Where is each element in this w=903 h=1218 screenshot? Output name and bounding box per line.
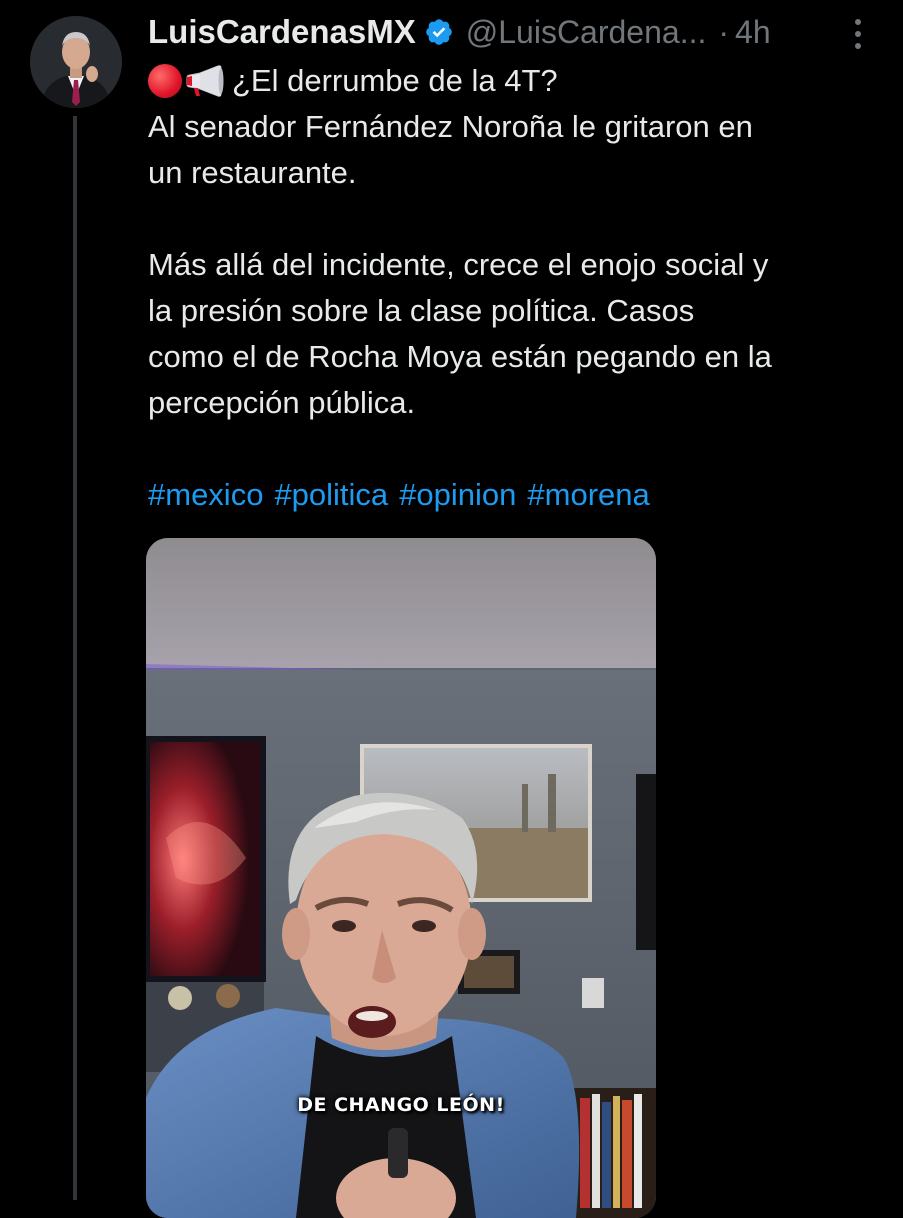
tweet-line-5: la presión sobre la clase política. Caso… bbox=[148, 293, 695, 328]
video-frame bbox=[146, 538, 656, 1218]
tweet-header: LuisCardenasMX @LuisCardena... · 4h bbox=[148, 10, 771, 54]
tweet-line-1-text: ¿El derrumbe de la 4T? bbox=[232, 63, 558, 98]
hashtag-morena[interactable]: #morena bbox=[527, 472, 649, 518]
tweet-line-7: percepción pública. bbox=[148, 385, 416, 420]
timestamp[interactable]: 4h bbox=[735, 14, 771, 51]
tweet-line-6: como el de Rocha Moya están pegando en l… bbox=[148, 339, 772, 374]
video-thumbnail[interactable]: DE CHANGO LEÓN! bbox=[146, 538, 656, 1218]
hashtag-row: #mexico #politica #opinion #morena bbox=[148, 472, 888, 518]
user-handle[interactable]: @LuisCardena... bbox=[466, 14, 707, 51]
tweet[interactable]: LuisCardenasMX @LuisCardena... · 4h ¿El … bbox=[0, 0, 903, 1218]
hashtag-opinion[interactable]: #opinion bbox=[399, 472, 516, 518]
thread-line bbox=[73, 116, 77, 1200]
more-options-icon[interactable] bbox=[844, 14, 872, 54]
tweet-line-1: ¿El derrumbe de la 4T? bbox=[148, 58, 888, 104]
tweet-line-4: Más allá del incidente, crece el enojo s… bbox=[148, 247, 769, 282]
tweet-text: ¿El derrumbe de la 4T? Al senador Fernán… bbox=[148, 58, 888, 518]
red-circle-icon bbox=[148, 64, 182, 98]
hashtag-mexico[interactable]: #mexico bbox=[148, 472, 263, 518]
hashtag-politica[interactable]: #politica bbox=[274, 472, 388, 518]
megaphone-icon bbox=[184, 64, 224, 98]
avatar-photo bbox=[30, 16, 122, 108]
profile-avatar[interactable] bbox=[30, 16, 122, 108]
tweet-line-2: Al senador Fernández Noroña le gritaron … bbox=[148, 109, 753, 144]
display-name[interactable]: LuisCardenasMX bbox=[148, 13, 416, 51]
video-caption: DE CHANGO LEÓN! bbox=[297, 1094, 505, 1116]
tweet-line-3: un restaurante. bbox=[148, 155, 357, 190]
separator-dot: · bbox=[718, 13, 730, 50]
verified-badge-icon[interactable] bbox=[424, 17, 454, 47]
